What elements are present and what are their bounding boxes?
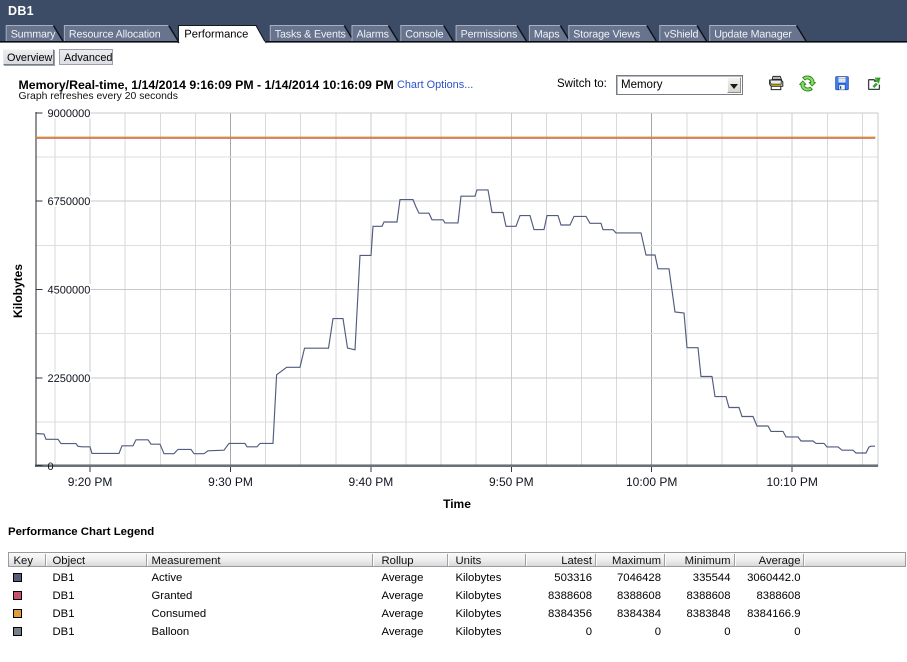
svg-text:9:20 PM: 9:20 PM xyxy=(68,475,113,489)
svg-text:2250000: 2250000 xyxy=(48,373,91,385)
svg-text:9:30 PM: 9:30 PM xyxy=(208,475,253,489)
svg-text:10:00 PM: 10:00 PM xyxy=(626,475,677,489)
svg-text:10:10 PM: 10:10 PM xyxy=(767,475,818,489)
svg-text:0: 0 xyxy=(48,461,54,473)
svg-text:9:40 PM: 9:40 PM xyxy=(349,475,394,489)
svg-text:4500000: 4500000 xyxy=(48,285,91,297)
svg-text:9000000: 9000000 xyxy=(48,108,91,120)
svg-text:6750000: 6750000 xyxy=(48,196,91,208)
svg-text:Time: Time xyxy=(443,497,471,511)
svg-text:9:50 PM: 9:50 PM xyxy=(489,475,534,489)
svg-text:Kilobytes: Kilobytes xyxy=(11,264,25,318)
